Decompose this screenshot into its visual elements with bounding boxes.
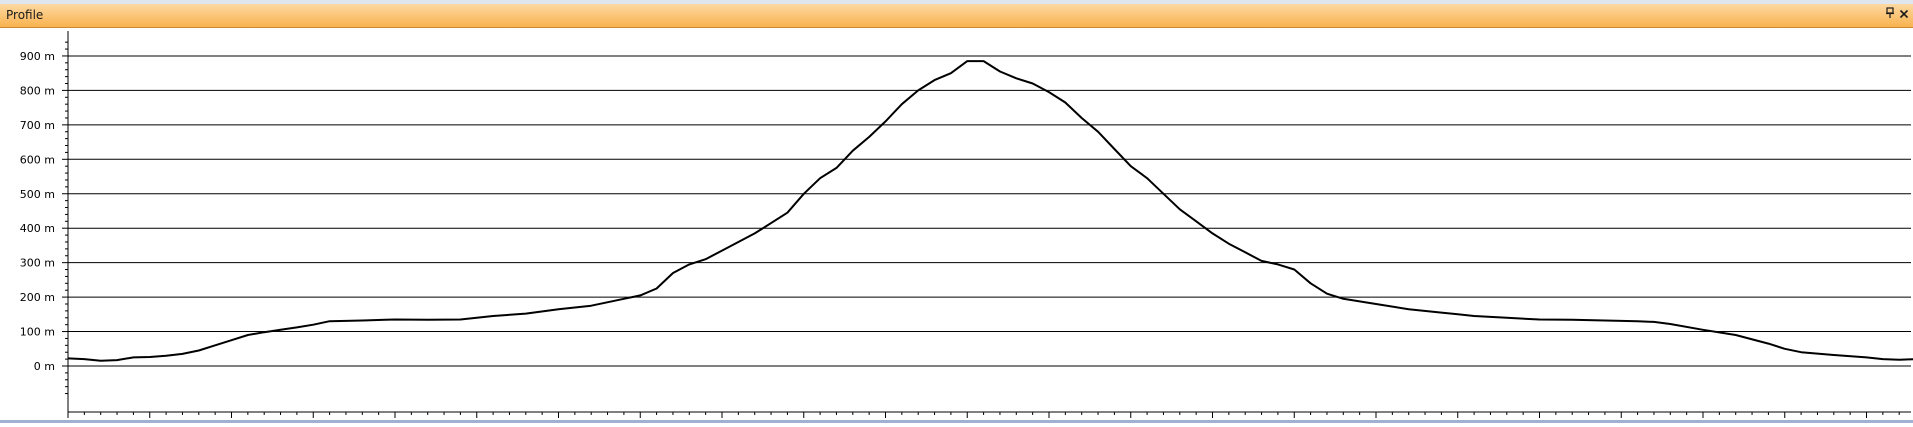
profile-chart-area: 0 m 100 m 200 m 300 m 400 m 500 m 600 m 700 m 80… <box>0 28 1913 423</box>
panel-title: Profile <box>6 8 44 22</box>
elevation-profile-line <box>67 60 1913 362</box>
close-icon[interactable] <box>1897 7 1911 23</box>
y-tick-label-600: 600 m <box>20 153 55 166</box>
panel-title-bar[interactable]: Profile <box>0 4 1913 28</box>
pin-icon-graphic <box>1886 7 1894 18</box>
y-tick-label-700: 700 m <box>20 119 55 132</box>
elevation-profile-chart: 0 m 100 m 200 m 300 m 400 m 500 m 600 m 700 m 80… <box>20 31 1913 418</box>
y-tick-label-800: 800 m <box>20 84 55 97</box>
y-tick-label-200: 200 m <box>20 291 55 304</box>
y-tick-label-900: 900 m <box>20 50 55 63</box>
y-tick-label-300: 300 m <box>20 257 55 270</box>
y-tick-label-0: 0 m <box>34 360 55 373</box>
y-tick-label-100: 100 m <box>20 326 55 339</box>
close-icon-graphic <box>1899 9 1909 19</box>
y-tick-label-400: 400 m <box>20 222 55 235</box>
pin-icon[interactable] <box>1883 7 1897 23</box>
y-tick-label-500: 500 m <box>20 188 55 201</box>
